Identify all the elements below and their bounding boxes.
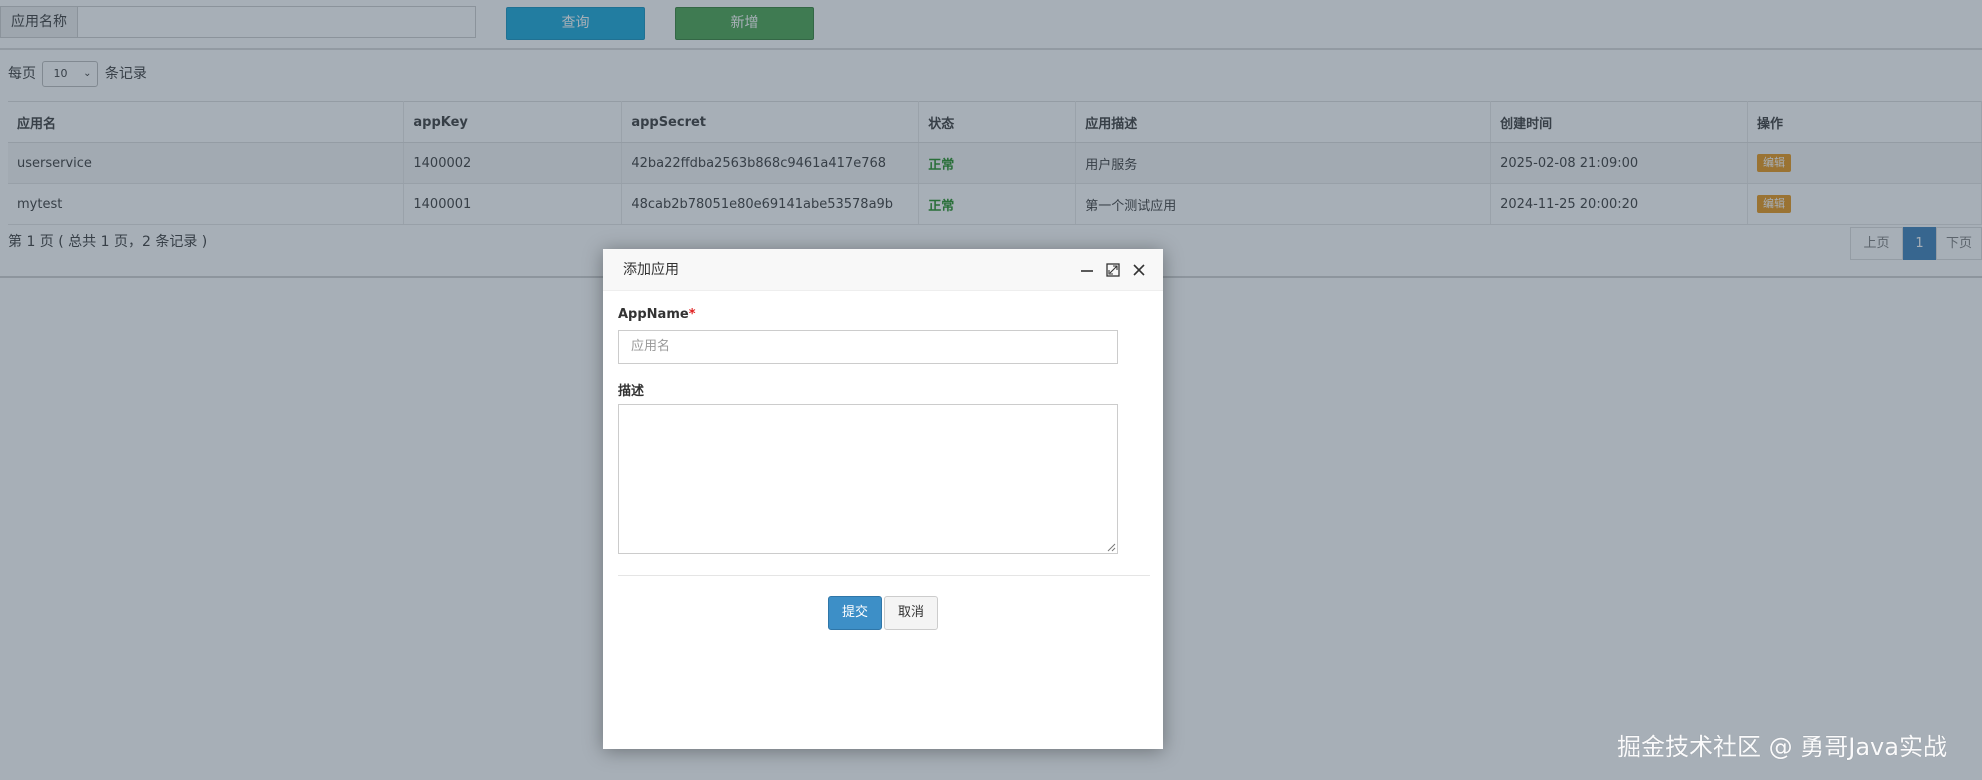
dialog-divider bbox=[618, 575, 1150, 576]
resize-handle-icon[interactable] bbox=[1106, 542, 1116, 552]
cancel-button[interactable]: 取消 bbox=[884, 596, 938, 630]
required-mark: * bbox=[688, 307, 696, 322]
dialog-header: 添加应用 bbox=[603, 249, 1163, 291]
description-label: 描述 bbox=[618, 384, 645, 399]
description-textarea[interactable] bbox=[618, 404, 1118, 554]
app-name-label-text: AppName bbox=[618, 307, 689, 322]
dialog-title: 添加应用 bbox=[623, 262, 679, 278]
watermark: 掘金技术社区 @ 勇哥Java实战 bbox=[1617, 733, 1947, 761]
maximize-icon[interactable] bbox=[1105, 262, 1121, 278]
submit-button[interactable]: 提交 bbox=[828, 596, 882, 630]
app-name-label: AppName* bbox=[618, 307, 696, 322]
app-name-input[interactable]: 应用名 bbox=[618, 330, 1118, 364]
close-icon[interactable] bbox=[1131, 262, 1147, 278]
minimize-icon[interactable] bbox=[1079, 262, 1095, 278]
add-app-dialog: 添加应用 AppName* 应用名 描述 提交 取消 bbox=[603, 249, 1163, 749]
